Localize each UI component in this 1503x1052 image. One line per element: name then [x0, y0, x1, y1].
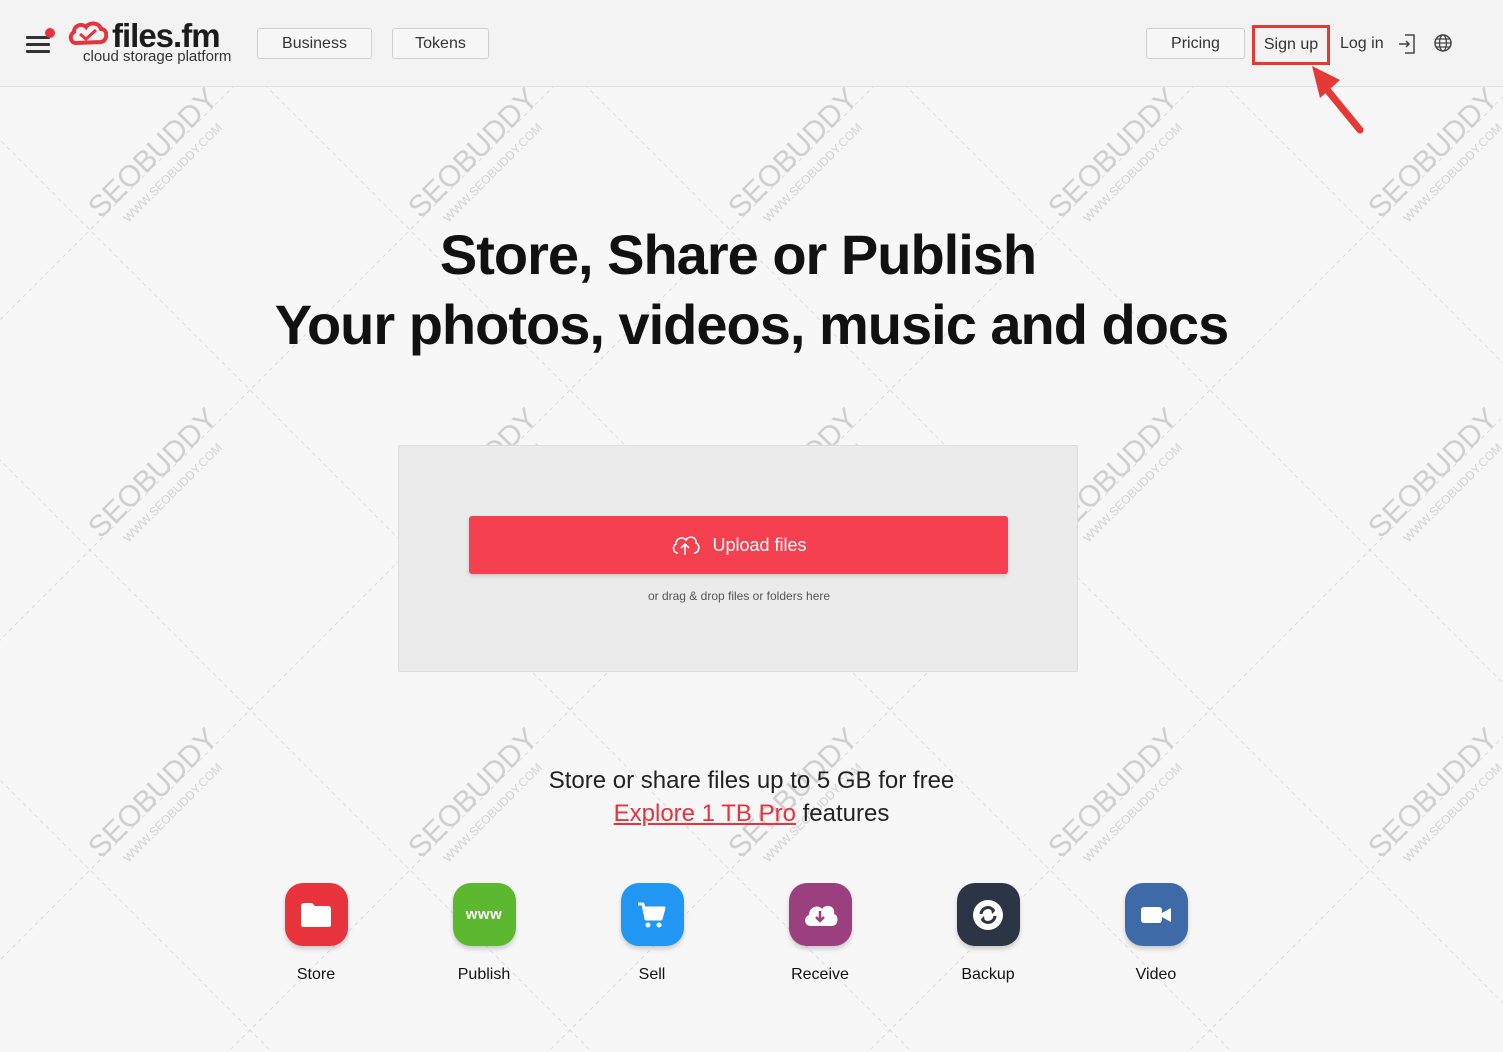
cart-icon [620, 883, 684, 946]
folder-icon [284, 883, 348, 946]
watermark-subtext: WWW.SEOBUDDY.COM [120, 440, 224, 544]
feature-label: Publish [457, 966, 511, 983]
watermark-stamp: SEOBUDDYWWW.SEOBUDDY.COM [1362, 402, 1503, 545]
watermark-subtext: WWW.SEOBUDDY.COM [1080, 120, 1184, 224]
pro-line-suffix: features [795, 800, 890, 827]
watermark-grid-line [1459, 0, 1503, 44]
watermark-text: SEOBUDDY [1042, 82, 1184, 224]
upload-dropzone[interactable]: Upload files or drag & drop files or fol… [398, 445, 1078, 672]
feature-label: Store [296, 966, 336, 983]
watermark-stamp: SEOBUDDYWWW.SEOBUDDY.COM [722, 82, 865, 225]
cloud-download-icon [788, 883, 852, 946]
watermark-text: SEOBUDDY [402, 82, 544, 224]
free-storage-text: Store or share files up to 5 GB for free… [0, 764, 1503, 830]
feature-video[interactable]: Video [1096, 883, 1216, 984]
watermark-subtext: WWW.SEOBUDDY.COM [120, 120, 224, 224]
watermark-text: SEOBUDDY [82, 82, 224, 224]
hero-title-line1: Store, Share or Publish [439, 223, 1037, 286]
top-header: files.fm cloud storage platform Business… [0, 0, 1503, 87]
signup-label: Sign up [1263, 36, 1319, 53]
feature-label: Receive [791, 966, 849, 983]
watermark-text: SEOBUDDY [82, 402, 224, 544]
hero-title-line2: Your photos, videos, music and docs [274, 293, 1229, 356]
cloud-upload-icon [673, 536, 701, 555]
feature-label: Sell [638, 966, 666, 983]
logo-mark-icon [68, 21, 108, 46]
watermark-subtext: WWW.SEOBUDDY.COM [1400, 440, 1503, 544]
feature-backup[interactable]: Backup [928, 883, 1048, 984]
explore-pro-link[interactable]: Explore 1 TB Pro [614, 800, 796, 827]
globe-icon[interactable] [1433, 33, 1453, 53]
nav-tokens-button[interactable]: Tokens [392, 28, 489, 59]
watermark-stamp: SEOBUDDYWWW.SEOBUDDY.COM [1042, 82, 1185, 225]
upload-files-button[interactable]: Upload files [469, 516, 1008, 574]
sync-icon [956, 883, 1020, 946]
notification-dot [45, 28, 55, 38]
watermark-grid-line [1460, 0, 1503, 1052]
nav-business-button[interactable]: Business [257, 28, 372, 59]
watermark-text: SEOBUDDY [1362, 402, 1503, 544]
files-fm-logo[interactable]: files.fm cloud storage platform [68, 18, 243, 70]
watermark-stamp: SEOBUDDYWWW.SEOBUDDY.COM [402, 82, 545, 225]
feature-label: Backup [961, 966, 1015, 983]
login-arrow-icon[interactable] [1397, 33, 1417, 55]
watermark-subtext: WWW.SEOBUDDY.COM [440, 120, 544, 224]
video-camera-icon [1124, 883, 1188, 946]
pricing-button[interactable]: Pricing [1146, 28, 1245, 59]
watermark-text: SEOBUDDY [1362, 82, 1503, 224]
signup-button[interactable]: Sign up [1252, 25, 1330, 65]
www-icon: www [452, 883, 516, 946]
free-storage-line: Store or share files up to 5 GB for free [548, 767, 955, 794]
watermark-subtext: WWW.SEOBUDDY.COM [760, 120, 864, 224]
watermark-subtext: WWW.SEOBUDDY.COM [1400, 120, 1503, 224]
feature-sell[interactable]: Sell [592, 883, 712, 984]
logo-tagline: cloud storage platform [83, 48, 232, 65]
upload-files-label: Upload files [712, 534, 807, 555]
feature-store[interactable]: Store [256, 883, 376, 984]
watermark-text: SEOBUDDY [722, 82, 864, 224]
feature-publish[interactable]: www Publish [424, 883, 544, 984]
hero-section: Store, Share or Publish Your photos, vid… [0, 220, 1503, 360]
watermark-stamp: SEOBUDDYWWW.SEOBUDDY.COM [1362, 82, 1503, 225]
pro-line: Explore 1 TB Pro features [0, 797, 1503, 830]
login-link[interactable]: Log in [1340, 34, 1384, 54]
watermark-subtext: WWW.SEOBUDDY.COM [1080, 440, 1184, 544]
feature-label: Video [1135, 966, 1177, 983]
drag-drop-hint: or drag & drop files or folders here [647, 589, 831, 603]
watermark-stamp: SEOBUDDYWWW.SEOBUDDY.COM [82, 402, 225, 545]
watermark-stamp: SEOBUDDYWWW.SEOBUDDY.COM [82, 82, 225, 225]
feature-receive[interactable]: Receive [760, 883, 880, 984]
